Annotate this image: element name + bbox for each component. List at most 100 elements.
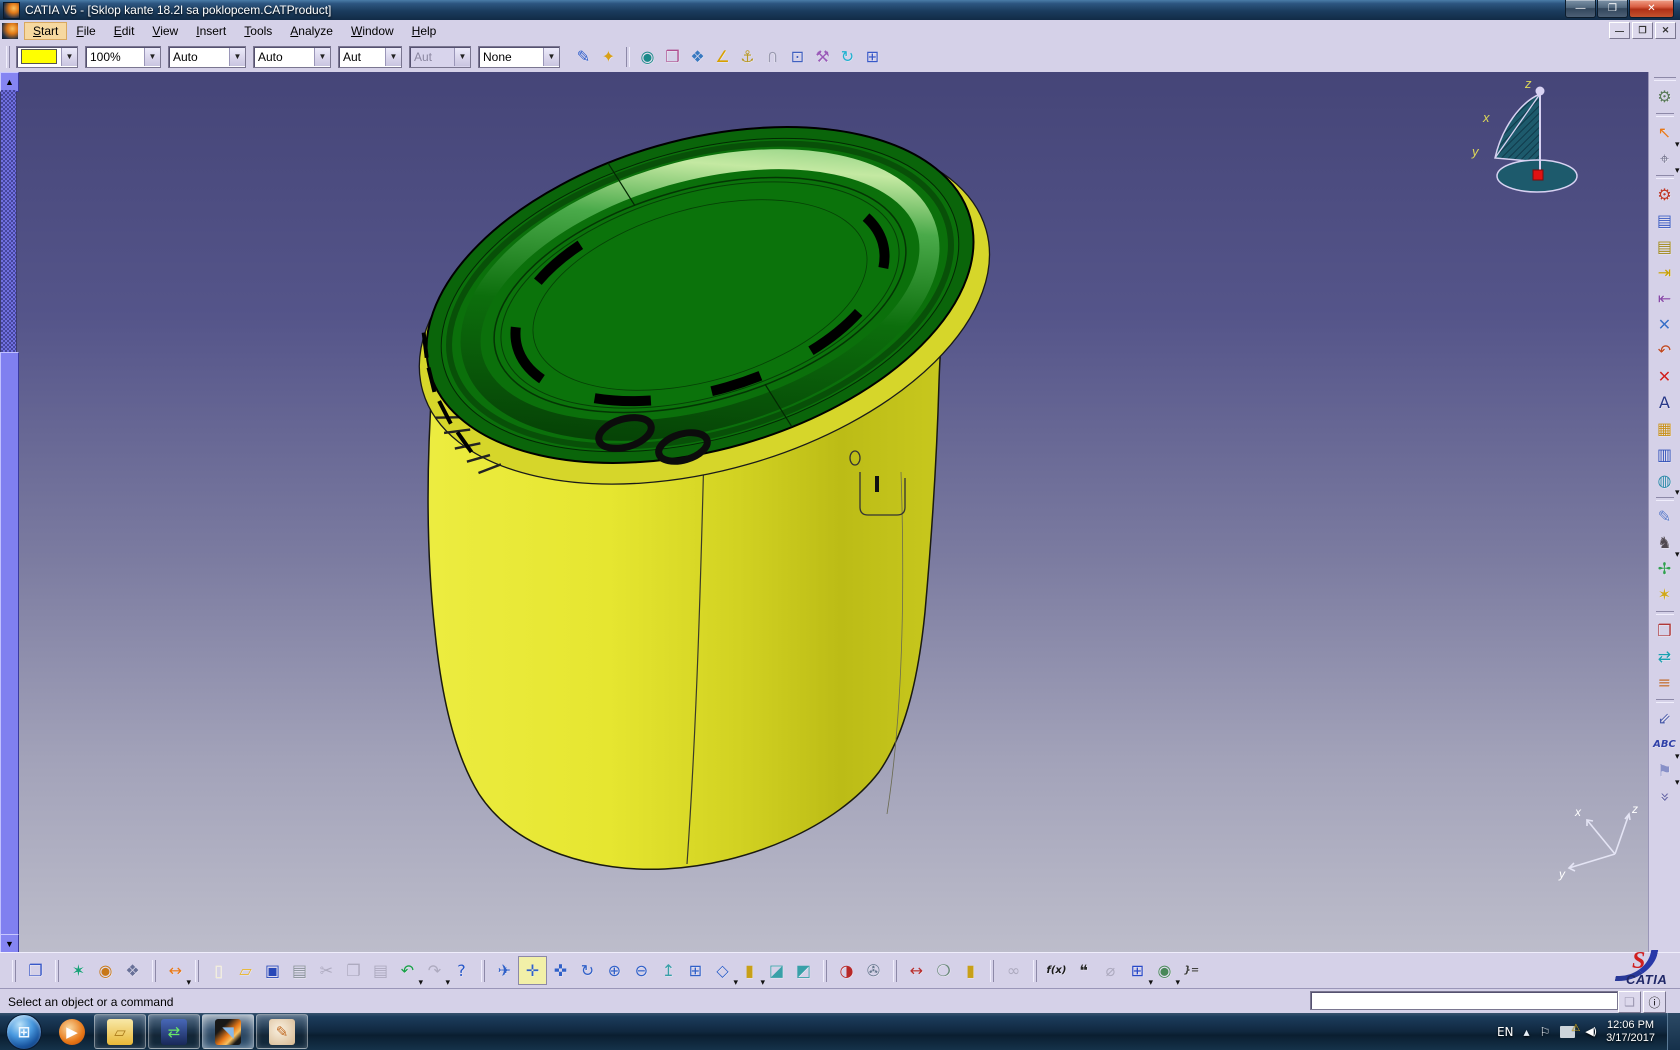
taskbar-catia-button[interactable]: ◥ bbox=[202, 1014, 254, 1049]
manipulate-icon[interactable]: ✎ bbox=[1652, 504, 1678, 530]
export-component-icon[interactable]: ⇥ bbox=[1652, 260, 1678, 286]
maximize-button[interactable]: ❐ bbox=[1597, 0, 1628, 18]
info-button[interactable]: ⓘ bbox=[1643, 991, 1666, 1013]
start-button[interactable]: ⊞ bbox=[6, 1014, 42, 1050]
flag-note-icon[interactable]: ⚑ bbox=[1652, 758, 1678, 784]
select-arrow-icon[interactable]: ↖ bbox=[1652, 120, 1678, 146]
hide-show-icon[interactable]: ◪ bbox=[763, 957, 790, 984]
attach-paperclip-icon[interactable]: ⊂ bbox=[760, 44, 785, 69]
chevron-down-icon[interactable]: ▼ bbox=[454, 48, 470, 66]
measure-inertia-icon[interactable]: ▮ bbox=[957, 957, 984, 984]
drawing-doc-icon[interactable]: ▥ bbox=[1652, 442, 1678, 468]
minimize-button[interactable]: — bbox=[1565, 0, 1596, 18]
compass-anchor-point[interactable] bbox=[1533, 170, 1543, 180]
fly-mode-icon[interactable]: ✈ bbox=[491, 957, 518, 984]
new-component-doc-icon[interactable]: ▤ bbox=[1652, 208, 1678, 234]
material-globe-icon[interactable]: ◉ bbox=[92, 957, 119, 984]
new-document-icon[interactable]: ▯ bbox=[205, 957, 232, 984]
formula-icon[interactable]: f(x) bbox=[1043, 957, 1070, 984]
toolbar-grip[interactable] bbox=[990, 960, 994, 982]
mdi-close-button[interactable]: ✕ bbox=[1655, 22, 1676, 39]
show-desktop-button[interactable] bbox=[1667, 1013, 1680, 1050]
more-tools-chevron-icon[interactable]: » bbox=[1652, 784, 1678, 810]
chevron-down-icon[interactable]: ▼ bbox=[144, 48, 160, 66]
swap-update-icon[interactable]: ↻ bbox=[835, 44, 860, 69]
print-icon[interactable]: ▤ bbox=[286, 957, 313, 984]
selection-filter-icon[interactable]: ⌖ bbox=[1652, 146, 1678, 172]
render-cube-icon[interactable]: ❖ bbox=[119, 957, 146, 984]
taskbar-wmp-button[interactable]: ▶ bbox=[52, 1015, 92, 1048]
component-gear-doc-icon[interactable]: ▤ bbox=[1652, 234, 1678, 260]
copy-icon[interactable]: ❐ bbox=[340, 957, 367, 984]
paste-icon[interactable]: ▤ bbox=[367, 957, 394, 984]
catalog-item-icon[interactable]: ▦ bbox=[1652, 416, 1678, 442]
menu-start[interactable]: Start bbox=[24, 22, 67, 40]
zoom-in-icon[interactable]: ⊕ bbox=[601, 957, 628, 984]
open-icon[interactable]: ▱ bbox=[232, 957, 259, 984]
powercopy-icon[interactable]: ✶ bbox=[65, 957, 92, 984]
menu-file[interactable]: File bbox=[67, 22, 104, 40]
taskbar-remote-desktop-button[interactable]: ⇄ bbox=[148, 1014, 200, 1049]
mdi-minimize-button[interactable]: — bbox=[1609, 22, 1630, 39]
toolbar-grip[interactable] bbox=[823, 960, 827, 982]
whats-this-help-icon[interactable]: ? bbox=[448, 957, 475, 984]
reorder-tree-icon[interactable]: ↶ bbox=[1652, 338, 1678, 364]
menu-help[interactable]: Help bbox=[403, 22, 446, 40]
close-button[interactable]: ✕ bbox=[1629, 0, 1674, 18]
taskbar-clock[interactable]: 12:06 PM 3/17/2017 bbox=[1606, 1019, 1655, 1045]
rotate-icon[interactable]: ↻ bbox=[574, 957, 601, 984]
knowledge-inspector-icon[interactable]: ◑ bbox=[833, 957, 860, 984]
chevron-down-icon[interactable]: ▼ bbox=[314, 48, 330, 66]
snap-fit-icon[interactable]: ✢ bbox=[1652, 556, 1678, 582]
lock-link-icon[interactable]: ⌀ bbox=[1097, 957, 1124, 984]
normal-view-icon[interactable]: ↥ bbox=[655, 957, 682, 984]
tools-screwdriver-icon[interactable]: ⚒ bbox=[810, 44, 835, 69]
toolbar-grip[interactable] bbox=[481, 960, 485, 982]
graph-tree-reorder-icon[interactable]: ≡ bbox=[1652, 670, 1678, 696]
cut-icon[interactable]: ✂ bbox=[313, 957, 340, 984]
title-bar[interactable]: CATIA V5 - [Sklop kante 18.2l sa poklopc… bbox=[0, 0, 1680, 20]
measure-item-icon[interactable]: ❍ bbox=[930, 957, 957, 984]
toolbar-grip[interactable] bbox=[195, 960, 199, 982]
render-style-icon[interactable]: ▮ bbox=[736, 957, 763, 984]
3d-scene[interactable]: z x y z x y bbox=[17, 72, 1648, 952]
explode-assembly-icon[interactable]: ❒ bbox=[1652, 618, 1678, 644]
action-center-flag-icon[interactable]: ⚐ bbox=[1540, 1025, 1551, 1039]
protractor-icon[interactable]: ∠ bbox=[710, 44, 735, 69]
import-component-icon[interactable]: ⇤ bbox=[1652, 286, 1678, 312]
grid-snap-icon[interactable]: ↔ bbox=[162, 957, 189, 984]
replace-component-icon[interactable]: ⇄ bbox=[1652, 644, 1678, 670]
mdi-restore-button[interactable]: ❐ bbox=[1632, 22, 1653, 39]
toolbar-grip[interactable] bbox=[12, 960, 16, 982]
hidden-icons-arrow[interactable]: ▴ bbox=[1524, 1025, 1530, 1039]
toolbar-grip[interactable] bbox=[152, 960, 156, 982]
copy-graphic-format-icon[interactable]: ◉ bbox=[635, 44, 660, 69]
toolbar-drag-handle[interactable] bbox=[1654, 77, 1676, 81]
fast-instantiation-icon[interactable]: ✕ bbox=[1652, 312, 1678, 338]
toolbar-grip[interactable] bbox=[55, 960, 59, 982]
menu-window[interactable]: Window bbox=[342, 22, 403, 40]
anchor-icon[interactable]: ⚓ bbox=[735, 44, 760, 69]
scrollbar-track[interactable] bbox=[1, 90, 16, 352]
chevron-down-icon[interactable]: ▼ bbox=[229, 48, 245, 66]
pan-icon[interactable]: ✜ bbox=[547, 957, 574, 984]
viewport-scrollbar[interactable]: ▲ ▼ bbox=[0, 72, 17, 952]
zoom-out-icon[interactable]: ⊖ bbox=[628, 957, 655, 984]
chevron-down-icon[interactable]: ▼ bbox=[543, 48, 559, 66]
grid-gear-icon[interactable]: ⊞ bbox=[860, 44, 885, 69]
measure-between-icon[interactable]: ⇙ bbox=[1652, 706, 1678, 732]
quick-view-icon[interactable]: ⊞ bbox=[682, 957, 709, 984]
menu-view[interactable]: View bbox=[143, 22, 187, 40]
text-template-icon[interactable]: A bbox=[1652, 390, 1678, 416]
painter-icon[interactable]: ✎ bbox=[571, 44, 596, 69]
smart-move-icon[interactable]: ✶ bbox=[1652, 582, 1678, 608]
product-gears-icon[interactable]: ⚙ bbox=[1652, 182, 1678, 208]
update-products-icon[interactable]: ⚙ bbox=[1652, 84, 1678, 110]
fit-all-in-icon[interactable]: ✛ bbox=[518, 956, 547, 985]
lock-icon[interactable]: ◉ bbox=[1151, 957, 1178, 984]
render-combo[interactable]: Aut▼ bbox=[409, 46, 471, 68]
3d-viewport[interactable]: ▲ ▼ bbox=[0, 72, 1648, 952]
menu-tools[interactable]: Tools bbox=[235, 22, 281, 40]
network-status-icon[interactable] bbox=[1560, 1026, 1575, 1038]
comment-icon[interactable]: ❝ bbox=[1070, 957, 1097, 984]
